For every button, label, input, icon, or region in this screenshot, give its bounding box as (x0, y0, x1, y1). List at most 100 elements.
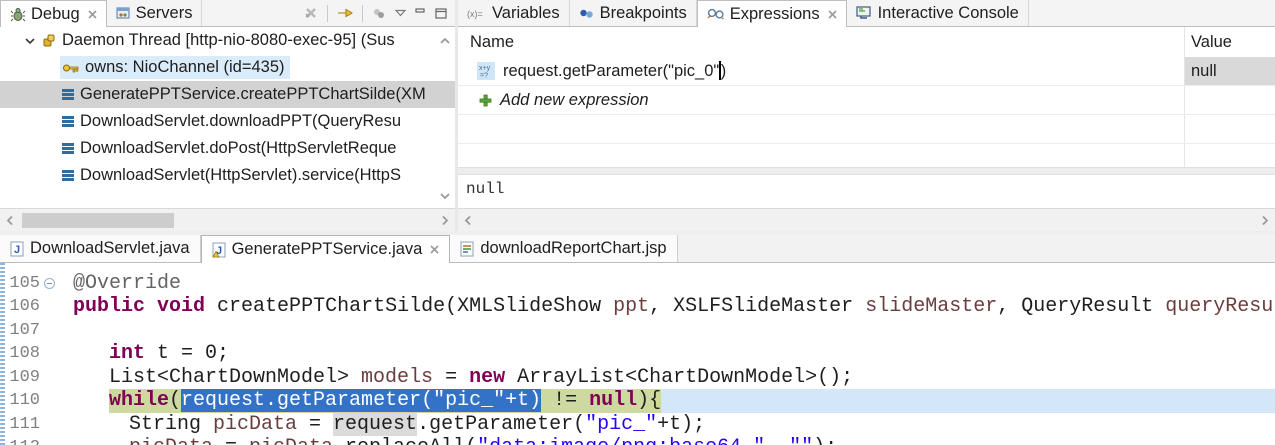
name-column-header[interactable]: Name (458, 33, 514, 52)
tab-generatepptservice-java[interactable]: J GeneratePPTService.java (200, 235, 451, 263)
inspect-glasses-icon (707, 8, 724, 20)
value-column-header[interactable]: Value (1191, 33, 1232, 52)
expression-value: null (1191, 61, 1217, 80)
thread-label: Daemon Thread [http-nio-8080-exec-95] (S… (62, 31, 395, 49)
line-number[interactable]: 111 (0, 413, 57, 437)
code-line[interactable]: 110 while(request.getParameter("pic_"+t) … (0, 389, 1275, 413)
expressions-hscrollbar[interactable] (458, 208, 1275, 231)
debug-hscrollbar[interactable] (0, 208, 455, 231)
line-number[interactable]: 110 (0, 389, 57, 413)
line-number[interactable]: 108 (0, 342, 57, 366)
code-line[interactable]: 107 (0, 319, 1275, 343)
code-line[interactable]: 105 @Override (0, 272, 1275, 296)
stack-frame-icon (62, 88, 74, 101)
tab-interactive-console[interactable]: Interactive Console (847, 0, 1029, 26)
current-instruction-highlight: while(request.getParameter("pic_"+t) != … (109, 389, 662, 413)
eclipse-debug-perspective: Debug Servers Daemon Thread [http-nio-80… (0, 0, 1275, 445)
scroll-right-icon[interactable] (1261, 215, 1269, 226)
debug-view-tabbar: Debug Servers (0, 0, 455, 27)
owns-label: owns: NioChannel (id=435) (85, 58, 285, 76)
current-line-fill (661, 389, 1275, 413)
code-line[interactable]: 104 (0, 263, 1275, 272)
code-line[interactable]: 108 int t = 0; (0, 342, 1275, 366)
expression-text[interactable]: request.getParameter("pic_0") (503, 61, 726, 81)
svg-text:J: J (14, 244, 20, 256)
add-new-expression-row[interactable]: Add new expression (458, 86, 1275, 115)
key-icon (63, 64, 79, 72)
stack-frame-row[interactable]: GeneratePPTService.createPPTChartSilde(X… (0, 81, 455, 108)
stack-frame-row[interactable]: DownloadServlet(HttpServlet).service(Htt… (0, 162, 455, 189)
green-plus-icon (479, 94, 492, 106)
svg-text:=?: =? (480, 73, 488, 80)
expression-detail-pane[interactable]: null (458, 175, 1275, 208)
remove-terminated-icon[interactable] (304, 6, 318, 20)
expression-value-cell[interactable]: null (1185, 57, 1275, 85)
line-number[interactable]: 109 (0, 366, 57, 390)
close-icon[interactable] (430, 245, 439, 254)
line-number[interactable]: 107 (0, 319, 57, 343)
tab-expressions[interactable]: Expressions (696, 0, 847, 27)
editor-tabbar: J DownloadServlet.java J GeneratePPTServ… (0, 235, 1275, 263)
code-line[interactable]: 112picData = picData.replaceAll("data:im… (0, 436, 1275, 445)
chevron-down-icon[interactable] (24, 36, 36, 46)
tree-scroll-up[interactable] (439, 37, 451, 45)
stack-frame-row[interactable]: DownloadServlet.doPost(HttpServletReque (0, 135, 455, 162)
scroll-right-icon[interactable] (441, 215, 449, 226)
view-menu-icon[interactable] (395, 9, 406, 17)
editor-tab-label: DownloadServlet.java (30, 239, 190, 257)
line-number[interactable]: 106 (0, 295, 57, 319)
code-line[interactable]: 106 public void createPPTChartSilde(XMLSl… (0, 295, 1275, 319)
owns-row[interactable]: owns: NioChannel (id=435) (0, 54, 455, 81)
tab-servers[interactable]: Servers (107, 0, 203, 26)
scrollbar-thumb[interactable] (22, 213, 174, 228)
empty-row[interactable] (458, 115, 1275, 144)
scroll-left-icon[interactable] (464, 215, 472, 226)
editor-tab-label: downloadReportChart.jsp (480, 239, 667, 257)
line-number[interactable]: 105 (0, 272, 57, 296)
close-icon[interactable] (88, 9, 97, 19)
code-line[interactable]: 111 String picData = request.getParameter… (0, 412, 1275, 437)
thread-row[interactable]: Daemon Thread [http-nio-8080-exec-95] (S… (0, 27, 455, 54)
tab-downloadreportchart-jsp[interactable]: downloadReportChart.jsp (450, 235, 678, 262)
svg-text:(x)=: (x)= (467, 9, 483, 19)
threads-filter-icon[interactable] (372, 6, 386, 20)
stack-frame-row[interactable]: DownloadServlet.downloadPPT(QueryResu (0, 108, 455, 135)
tab-downloadservlet-java[interactable]: J DownloadServlet.java (0, 235, 201, 262)
code-line[interactable]: 109 List<ChartDownModel> models = new Arr… (0, 366, 1275, 390)
tab-interactive-console-label: Interactive Console (877, 3, 1019, 22)
stack-frame-icon (62, 142, 74, 155)
line-number[interactable]: 112 (0, 436, 57, 445)
fold-minus-icon[interactable] (44, 277, 55, 289)
tab-breakpoints-label: Breakpoints (599, 3, 687, 22)
minimize-icon[interactable] (415, 8, 426, 18)
tab-variables[interactable]: (x)= Variables (458, 0, 570, 26)
svg-text:x+y: x+y (479, 65, 491, 72)
step-arrow-icon[interactable] (337, 7, 353, 19)
code-editor[interactable]: 104105@Override106public void createPPTC… (0, 263, 1275, 445)
tab-expressions-label: Expressions (729, 4, 820, 23)
expression-row[interactable]: x+y =? request.getParameter("pic_0") nul… (458, 57, 1275, 86)
tree-scroll-down[interactable] (439, 192, 451, 200)
expressions-view-tabbar: (x)= Variables Breakpoints Expressions I… (458, 0, 1275, 27)
scroll-left-icon[interactable] (6, 215, 14, 226)
java-file-warning-icon: J (211, 242, 226, 257)
maximize-icon[interactable] (435, 7, 447, 19)
tab-servers-label: Servers (135, 3, 193, 22)
breakpoints-icon (579, 9, 593, 18)
detail-pane-splitter[interactable] (458, 167, 1275, 175)
add-new-expression-label: Add new expression (500, 90, 649, 109)
stack-frame-label: GeneratePPTService.createPPTChartSilde(X… (80, 85, 426, 103)
line-number[interactable]: 104 (0, 263, 57, 272)
empty-row[interactable] (458, 144, 1275, 167)
expressions-table: Name Value x+y =? request.getParameter("… (458, 27, 1275, 167)
stack-frame-label: DownloadServlet(HttpServlet).service(Htt… (80, 166, 401, 184)
tab-variables-label: Variables (492, 3, 560, 22)
servers-icon (116, 7, 130, 19)
tab-debug[interactable]: Debug (0, 0, 107, 27)
java-file-icon: J (10, 241, 24, 256)
variables-icon: (x)= (467, 9, 483, 19)
thread-icon (43, 34, 55, 46)
top-region: Debug Servers Daemon Thread [http-nio-80… (0, 0, 1275, 231)
close-icon[interactable] (828, 9, 837, 19)
tab-breakpoints[interactable]: Breakpoints (570, 0, 697, 26)
